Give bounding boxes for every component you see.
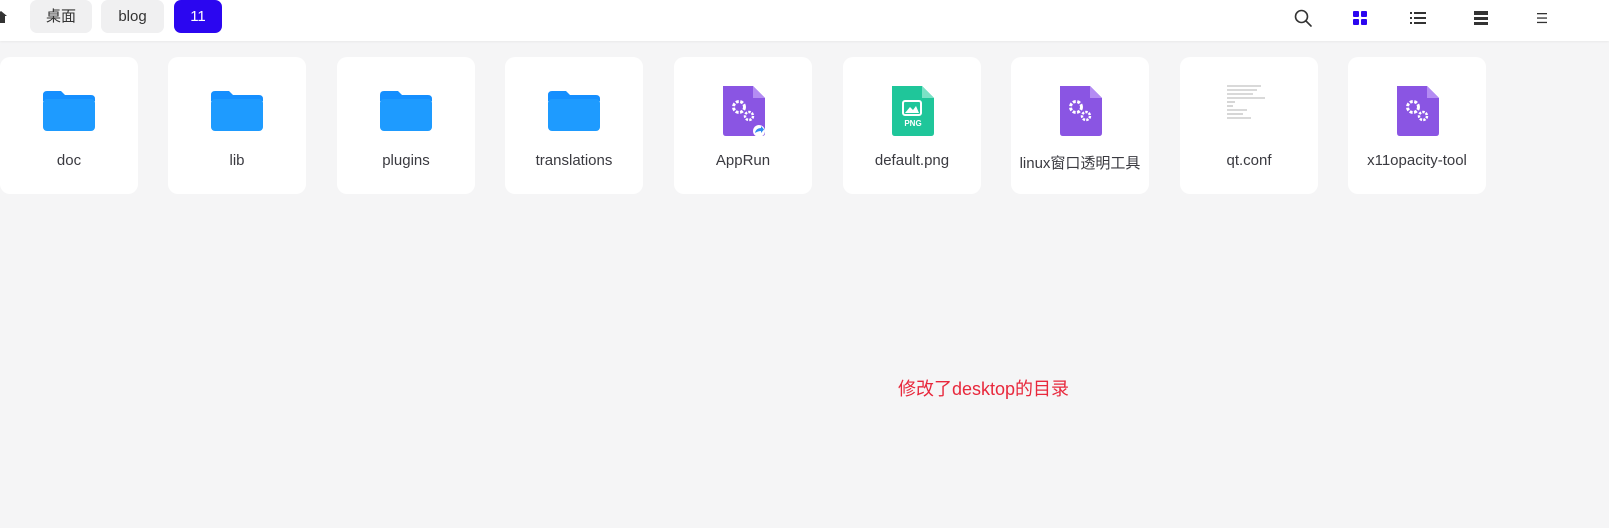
search-icon — [1294, 9, 1312, 27]
file-tile[interactable]: x11opacity-tool — [1348, 57, 1486, 194]
file-name: lib — [229, 152, 245, 169]
executable-icon — [1397, 86, 1439, 136]
file-name: AppRun — [715, 152, 771, 169]
breadcrumb-label: 桌面 — [45, 8, 76, 25]
file-tile[interactable]: linux窗口透明工具 — [1011, 57, 1149, 194]
folder-icon — [380, 91, 432, 131]
file-tile[interactable]: lib — [168, 57, 306, 194]
list-view-button[interactable] — [1406, 6, 1430, 30]
folder-icon — [211, 91, 263, 131]
detail-view-icon — [1474, 11, 1488, 25]
file-name: translations — [535, 152, 613, 169]
file-tile[interactable]: plugins — [337, 57, 475, 194]
breadcrumb-item-desktop[interactable]: 桌面 — [30, 0, 92, 33]
svg-text:PNG: PNG — [904, 119, 921, 128]
png-image-icon: PNG — [892, 86, 934, 136]
grid-view-button[interactable] — [1348, 6, 1372, 30]
folder-icon — [43, 91, 95, 131]
annotation-note: 修改了desktop的目录 — [898, 379, 1070, 399]
file-name: plugins — [382, 152, 430, 169]
menu-icon — [1537, 13, 1547, 24]
executable-icon — [1060, 86, 1102, 136]
more-menu-button[interactable] — [1530, 6, 1554, 30]
breadcrumb-label: 11 — [190, 8, 206, 25]
file-name: x11opacity-tool — [1367, 152, 1467, 169]
search-button[interactable] — [1291, 6, 1315, 30]
file-tile[interactable]: translations — [505, 57, 643, 194]
home-icon[interactable] — [0, 10, 8, 24]
breadcrumb-item-current[interactable]: 11 — [174, 0, 222, 33]
list-view-icon — [1410, 12, 1426, 24]
file-name: linux窗口透明工具 — [1019, 155, 1141, 172]
file-tile[interactable]: PNG default.png — [843, 57, 981, 194]
breadcrumb-item-blog[interactable]: blog — [101, 0, 164, 33]
file-name: doc — [56, 152, 82, 169]
breadcrumb-label: blog — [118, 8, 147, 25]
file-name: qt.conf — [1226, 152, 1272, 169]
executable-icon — [723, 86, 765, 137]
detail-view-button[interactable] — [1469, 6, 1493, 30]
file-tile[interactable]: doc — [0, 57, 138, 194]
file-tile[interactable]: AppRun — [674, 57, 812, 194]
grid-view-icon — [1353, 11, 1367, 25]
folder-icon — [548, 91, 600, 131]
file-name: default.png — [874, 152, 950, 169]
toolbar: 桌面 blog 11 — [0, 0, 1609, 41]
text-file-icon — [1227, 85, 1265, 119]
file-tile[interactable]: qt.conf — [1180, 57, 1318, 194]
